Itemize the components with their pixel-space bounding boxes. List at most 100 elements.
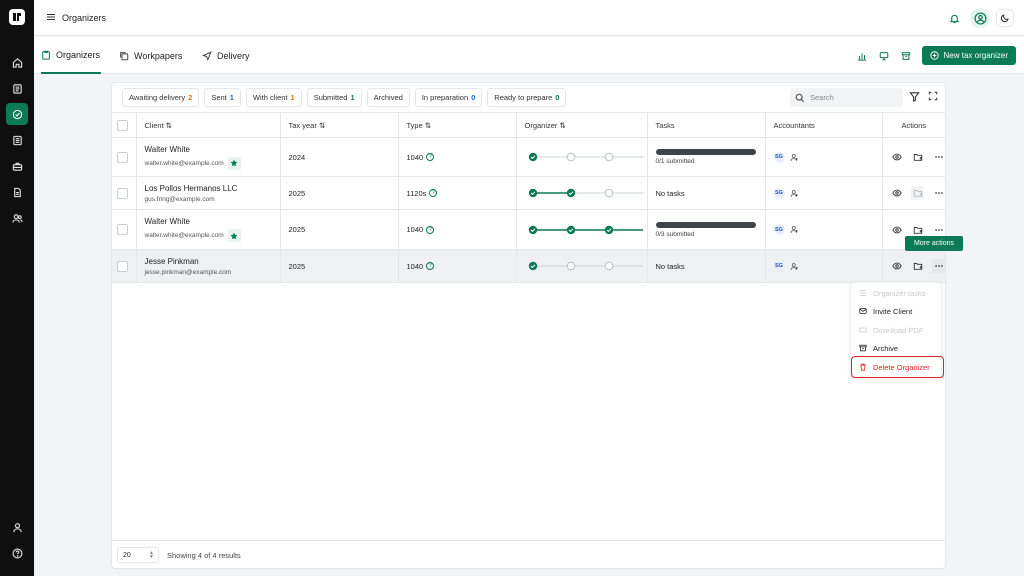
column-label: Client (144, 120, 164, 130)
row-checkbox[interactable] (117, 151, 128, 163)
client-cell[interactable]: Los Pollos Hermanos LLC gus.fring@example… (136, 176, 281, 210)
filter-with-client[interactable]: With client 1 (245, 88, 302, 107)
filter-ready-to-prepare[interactable]: Ready to prepare 0 (487, 88, 567, 107)
menu-item-archive[interactable]: Archive (859, 342, 898, 354)
search-input[interactable]: Search (790, 88, 903, 107)
filter-awaiting-delivery[interactable]: Awaiting delivery 2 (122, 88, 200, 107)
assign-user-icon[interactable] (790, 225, 799, 234)
page-size-select[interactable]: 20 ▲ ▼ (117, 547, 159, 563)
move-folder-icon[interactable] (911, 186, 925, 200)
assign-user-icon[interactable] (790, 189, 799, 198)
type-cell: 1040? (398, 249, 517, 283)
select-all-cell (112, 112, 137, 138)
help-circle-icon[interactable]: ? (426, 262, 435, 270)
monitor-icon[interactable] (878, 50, 890, 62)
help-circle-icon[interactable]: ? (429, 189, 438, 197)
accountants-cell: SG (765, 176, 883, 210)
tab-organizers[interactable]: Organizers (41, 37, 101, 74)
sort-icon: ⇅ (559, 120, 566, 130)
tasks-progress-bar (655, 221, 756, 228)
client-cell[interactable]: Walter White walter.white@example.com (136, 209, 281, 250)
row-checkbox[interactable] (117, 187, 128, 199)
bell-icon[interactable] (944, 8, 964, 28)
column-type[interactable]: Type ⇅ (398, 112, 517, 138)
star-icon[interactable] (227, 156, 241, 170)
accountant-avatar[interactable]: SG (773, 224, 785, 235)
actions-cell (882, 176, 945, 210)
filter-in-preparation[interactable]: In preparation 0 (414, 88, 483, 107)
row-checkbox[interactable] (117, 260, 128, 272)
briefcase-icon[interactable] (6, 155, 28, 177)
filter-archived[interactable]: Archived (366, 88, 410, 107)
column-tasks: Tasks (647, 112, 766, 138)
client-cell[interactable]: Jesse Pinkman jesse.pinkman@example.com (136, 249, 281, 283)
help-icon[interactable] (6, 542, 28, 564)
select-all-checkbox[interactable] (117, 119, 128, 131)
archive-icon[interactable] (900, 50, 912, 62)
client-cell[interactable]: Walter White walter.white@example.com (136, 137, 281, 177)
menu-item-delete-organizer[interactable]: Delete Organizer (859, 361, 930, 373)
filter-submitted[interactable]: Submitted 1 (306, 88, 362, 107)
menu-item-organizer-tasks[interactable]: Organizer tasks (859, 287, 926, 299)
column-organizer[interactable]: Organizer ⇅ (516, 112, 648, 138)
menu-icon[interactable] (46, 12, 56, 22)
tab-delivery[interactable]: Delivery (202, 37, 250, 74)
file-icon[interactable] (6, 181, 28, 203)
view-eye-icon[interactable] (891, 186, 904, 200)
tab-workpapers[interactable]: Workpapers (119, 37, 182, 74)
table-row[interactable]: Walter White walter.white@example.com 2024… (112, 137, 945, 177)
table-row[interactable]: Walter White walter.white@example.com 2025… (112, 209, 945, 250)
view-eye-icon[interactable] (891, 259, 904, 273)
filter-sent[interactable]: Sent 1 (204, 88, 241, 107)
table-row[interactable]: Los Pollos Hermanos LLC gus.fring@example… (112, 176, 945, 210)
menu-item-label: Download PDF (873, 325, 924, 335)
accountant-avatar[interactable]: SG (773, 260, 785, 272)
more-actions-icon[interactable] (932, 259, 945, 273)
home-icon[interactable] (6, 51, 28, 73)
tax-year-cell: 2025 (280, 176, 399, 210)
clipboard-icon[interactable] (6, 77, 28, 99)
move-folder-icon[interactable] (911, 259, 924, 273)
filter-label: Submitted (313, 93, 348, 102)
organizers-nav-icon[interactable] (6, 103, 28, 125)
accountant-avatar[interactable]: SG (773, 151, 785, 163)
menu-item-invite-client[interactable]: Invite Client (859, 305, 912, 317)
help-circle-icon[interactable]: ? (426, 153, 435, 161)
row-select-cell (112, 209, 137, 250)
assign-user-icon[interactable] (790, 153, 799, 162)
assign-user-icon[interactable] (790, 262, 799, 271)
app-logo[interactable] (8, 8, 26, 26)
star-icon[interactable] (227, 229, 241, 242)
filter-count: 0 (471, 93, 476, 102)
column-tax-year[interactable]: Tax year ⇅ (280, 112, 399, 138)
user-avatar-icon[interactable] (970, 8, 990, 28)
document-icon[interactable] (6, 129, 28, 151)
move-folder-icon[interactable] (911, 150, 924, 164)
mail-icon (859, 307, 867, 315)
archive-icon (859, 344, 867, 352)
filter-icon[interactable] (909, 91, 920, 102)
row-checkbox[interactable] (117, 224, 128, 235)
view-eye-icon[interactable] (891, 150, 904, 164)
row-select-cell (112, 249, 137, 283)
table-row[interactable]: Jesse Pinkman jesse.pinkman@example.com 20… (112, 249, 945, 283)
dark-mode-icon[interactable] (996, 9, 1014, 27)
more-actions-icon[interactable] (932, 223, 945, 237)
client-email-line: gus.fring@example.com (145, 196, 280, 203)
more-actions-icon[interactable] (932, 186, 945, 200)
profile-icon[interactable] (6, 516, 28, 538)
view-eye-icon[interactable] (891, 223, 904, 237)
move-folder-icon[interactable] (911, 223, 924, 237)
expand-icon[interactable] (928, 91, 938, 101)
users-icon[interactable] (6, 207, 28, 229)
menu-item-download-pdf[interactable]: Download PDF (859, 324, 923, 336)
accountant-avatar[interactable]: SG (773, 187, 785, 199)
column-client[interactable]: Client ⇅ (136, 112, 281, 138)
help-circle-icon[interactable]: ? (426, 225, 435, 234)
send-icon (202, 50, 212, 61)
new-tax-organizer-button[interactable]: New tax organizer (921, 46, 1016, 65)
filter-label: Awaiting delivery (129, 93, 186, 102)
column-label: Actions (901, 120, 927, 130)
chart-icon[interactable] (856, 50, 868, 62)
more-actions-icon[interactable] (932, 150, 945, 164)
